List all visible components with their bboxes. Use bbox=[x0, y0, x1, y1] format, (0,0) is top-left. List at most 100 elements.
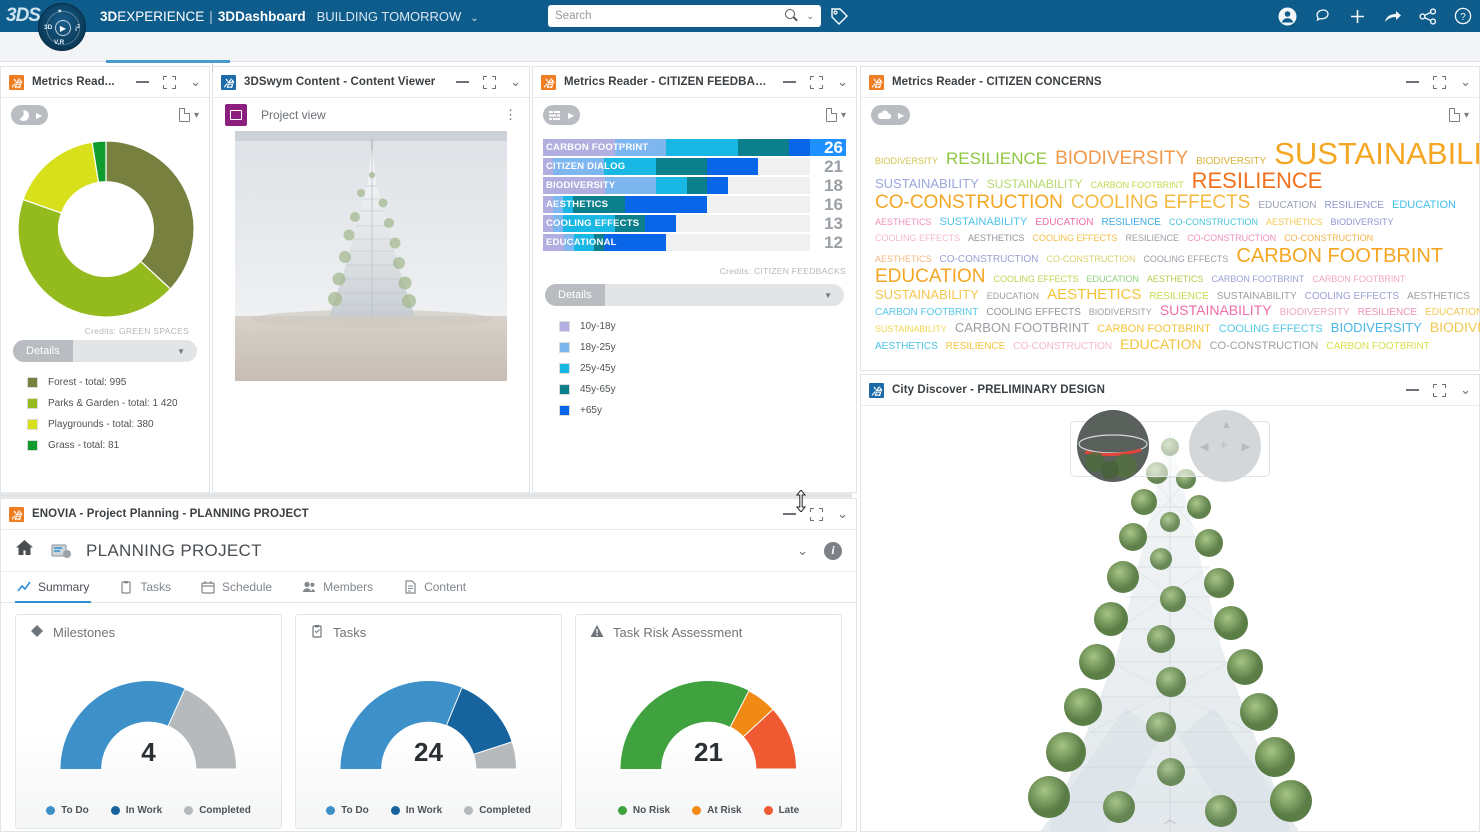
viewport-orientation-globe[interactable] bbox=[1077, 410, 1149, 482]
wordcloud-word[interactable]: AESTHETICS bbox=[1047, 287, 1141, 303]
panel-splitter[interactable] bbox=[0, 493, 852, 498]
wordcloud-word[interactable]: SUSTAINABILITY bbox=[1217, 292, 1297, 302]
wordcloud-word[interactable]: CO-CONSTRUCTION bbox=[1284, 234, 1373, 243]
tab-summary[interactable]: Summary bbox=[15, 572, 101, 602]
wordcloud-word[interactable]: CARBON FOOTBRINT bbox=[1326, 342, 1429, 352]
wordcloud-word[interactable]: BIODIVERSITY bbox=[1331, 321, 1422, 335]
wordcloud-word[interactable]: SUSTAINABILITY bbox=[987, 178, 1083, 190]
home-icon[interactable] bbox=[15, 539, 34, 562]
chevron-down-icon[interactable]: ⌄ bbox=[470, 13, 478, 24]
wordcloud-word[interactable]: COOLING EFFECTS bbox=[875, 234, 960, 243]
wordcloud-word[interactable]: AESTHETICS bbox=[875, 342, 938, 352]
content-viewer-image[interactable] bbox=[235, 131, 507, 381]
wordcloud-word[interactable]: COOLING EFFECTS bbox=[1143, 255, 1228, 264]
tab-content[interactable]: Content bbox=[401, 572, 478, 602]
wordcloud-word[interactable]: SUSTAINABILITY bbox=[1274, 138, 1480, 170]
wordcloud-word[interactable]: BIODIVERSITY bbox=[1055, 149, 1188, 169]
document-export-icon[interactable]: ▾ bbox=[1449, 108, 1469, 122]
wordcloud-word[interactable]: SUSTAINABILITY bbox=[875, 177, 979, 191]
bar-row[interactable]: EDUCATIONAL 12 bbox=[543, 233, 846, 252]
wordcloud-word[interactable]: EDUCATION bbox=[1258, 201, 1316, 211]
wordcloud-word[interactable]: RESILIENCE bbox=[1358, 308, 1417, 318]
wordcloud-word[interactable]: EDUCATION bbox=[1087, 275, 1139, 284]
wordcloud-word[interactable]: SUSTAINABILITY bbox=[1160, 303, 1272, 318]
tab-members[interactable]: Members bbox=[300, 572, 385, 602]
wordcloud-word[interactable]: RESILIENCE bbox=[1149, 292, 1208, 302]
panel-menu-chevron-icon[interactable]: ⌄ bbox=[837, 77, 848, 87]
wordcloud-word[interactable]: EDUCATION bbox=[1425, 308, 1480, 318]
bar-chart-icon[interactable]: ▶ bbox=[543, 105, 580, 125]
minimize-button[interactable] bbox=[456, 81, 469, 82]
arrow-right-icon[interactable]: ▶ bbox=[1242, 440, 1250, 453]
wordcloud-word[interactable]: EDUCATION bbox=[1035, 218, 1093, 228]
wordcloud-word[interactable]: AESTHETICS bbox=[1407, 292, 1470, 302]
wordcloud-word[interactable]: CARBON FOOTBRINT bbox=[1211, 275, 1304, 284]
wordcloud-word[interactable]: CO-CONSTRUCTION bbox=[1187, 234, 1276, 243]
wordcloud-word[interactable]: CARBON FOOTBRINT bbox=[1236, 246, 1443, 267]
wordcloud-word[interactable]: RESILIENCE bbox=[946, 342, 1005, 352]
wordcloud-word[interactable]: BIODIVERSITY bbox=[1280, 308, 1350, 318]
wordcloud-word[interactable]: COOLING EFFECTS bbox=[1071, 193, 1250, 213]
wordcloud-word[interactable]: EDUCATION bbox=[1120, 337, 1201, 352]
panel-menu-chevron-icon[interactable]: ⌄ bbox=[190, 77, 201, 87]
document-export-icon[interactable]: ▾ bbox=[826, 108, 846, 122]
wordcloud-word[interactable]: RESILIENCE bbox=[946, 150, 1047, 168]
wordcloud-word[interactable]: RESILIENCE bbox=[1192, 170, 1323, 193]
wordcloud-word[interactable]: BIODIVERSITY bbox=[1430, 320, 1480, 335]
bar-row[interactable]: CARBON FOOTPRINT 26 bbox=[543, 138, 846, 157]
wordcloud-word[interactable]: CARBON FOOTBRINT bbox=[1312, 275, 1405, 284]
cloud-icon[interactable]: ▶ bbox=[871, 105, 910, 125]
tab-tasks[interactable]: Tasks bbox=[117, 572, 183, 602]
user-icon[interactable] bbox=[1278, 7, 1297, 26]
bar-row[interactable]: AESTHETICS 16 bbox=[543, 195, 846, 214]
city-discover-viewport[interactable]: ▲ ◀ ▶ ✛ ︿ bbox=[861, 407, 1479, 831]
wordcloud-word[interactable]: EDUCATION bbox=[1392, 200, 1456, 211]
wordcloud-word[interactable]: RESILIENCE bbox=[1126, 234, 1180, 243]
chevron-down-icon[interactable]: ▼ bbox=[177, 347, 185, 356]
wordcloud-word[interactable]: BIODIVERSITY bbox=[1330, 218, 1393, 227]
panel-menu-chevron-icon[interactable]: ⌄ bbox=[837, 509, 848, 519]
search-box[interactable]: ⌄ bbox=[548, 5, 821, 27]
pie-chart-icon[interactable]: ▶ bbox=[11, 105, 48, 125]
wordcloud-word[interactable]: EDUCATION bbox=[987, 292, 1039, 301]
tag-icon[interactable] bbox=[830, 7, 849, 25]
wordcloud-word[interactable]: COOLING EFFECTS bbox=[993, 275, 1078, 284]
chevron-down-icon[interactable]: ▼ bbox=[824, 291, 832, 300]
search-icon[interactable] bbox=[785, 9, 799, 23]
arrow-up-icon[interactable]: ▲ bbox=[1221, 419, 1232, 431]
wordcloud-word[interactable]: RESILIENCE bbox=[1102, 218, 1161, 228]
minimize-button[interactable] bbox=[1406, 81, 1419, 82]
search-chevron-down-icon[interactable]: ⌄ bbox=[806, 11, 814, 22]
more-vertical-icon[interactable]: ⋮ bbox=[504, 113, 517, 117]
viewport-navigation-control[interactable]: ▲ ◀ ▶ ✛ bbox=[1070, 421, 1270, 477]
notification-icon[interactable] bbox=[1314, 7, 1332, 25]
add-icon[interactable] bbox=[1349, 8, 1366, 25]
wordcloud-word[interactable]: COOLING EFFECTS bbox=[1219, 324, 1323, 335]
document-export-icon[interactable]: ▾ bbox=[179, 108, 199, 122]
search-input[interactable] bbox=[555, 10, 785, 22]
wordcloud-word[interactable]: CARBON FOOTBRINT bbox=[955, 321, 1089, 335]
wordcloud-word[interactable]: AESTHETICS bbox=[1147, 275, 1204, 284]
tab-schedule[interactable]: Schedule bbox=[199, 572, 284, 602]
info-icon[interactable]: i bbox=[824, 542, 842, 560]
wordcloud-word[interactable]: CARBON FOOTBRINT bbox=[1091, 181, 1184, 190]
wordcloud-word[interactable]: AESTHETICS bbox=[875, 218, 932, 227]
wordcloud-word[interactable]: CO-CONSTRUCTION bbox=[1046, 255, 1135, 264]
wordcloud-word[interactable]: CO-CONSTRUCTION bbox=[1013, 342, 1112, 352]
wordcloud-word[interactable]: SUSTAINABILITY bbox=[875, 288, 979, 302]
minimize-button[interactable] bbox=[783, 513, 796, 514]
wordcloud-word[interactable]: BIODIVERSITY bbox=[875, 157, 938, 166]
share-arrow-icon[interactable] bbox=[1383, 8, 1402, 25]
wordcloud-word[interactable]: BIODIVERSITY bbox=[1196, 157, 1266, 167]
wordcloud-word[interactable]: CARBON FOOTBRINT bbox=[875, 308, 978, 318]
bar-row[interactable]: CITIZEN DIALOG 21 bbox=[543, 157, 846, 176]
network-share-icon[interactable] bbox=[1419, 8, 1437, 25]
wordcloud-word[interactable]: COOLING EFFECTS bbox=[1033, 234, 1118, 243]
citizen-feedbacks-details-dropdown[interactable]: Details ▼ bbox=[545, 284, 844, 306]
maximize-button[interactable] bbox=[483, 76, 496, 89]
wordcloud-word[interactable]: CO-CONSTRUCTION bbox=[1169, 218, 1258, 227]
wordcloud-word[interactable]: COOLING EFFECTS bbox=[986, 308, 1080, 318]
panel-menu-chevron-icon[interactable]: ⌄ bbox=[1460, 385, 1471, 395]
help-icon[interactable]: ? bbox=[1454, 7, 1472, 25]
bar-row[interactable]: COOLING EFFECTS 13 bbox=[543, 214, 846, 233]
